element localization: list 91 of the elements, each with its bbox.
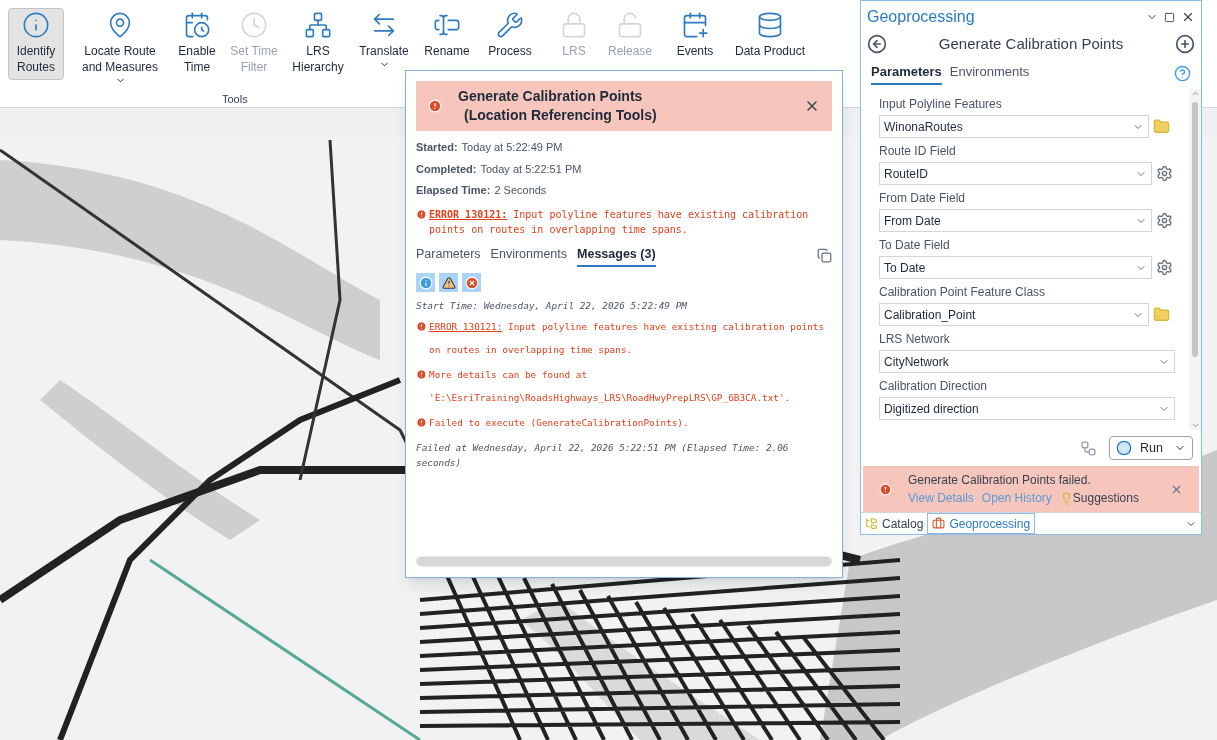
error-code-link[interactable]: ERROR 130121:: [429, 321, 503, 333]
error-icon: [879, 482, 892, 496]
ribbon-button[interactable]: Translate: [356, 8, 412, 75]
parameter-dropdown[interactable]: To Date: [879, 256, 1152, 279]
hierarchy-icon: [304, 11, 332, 39]
database-icon: [756, 11, 784, 39]
error-message: Failed to execute (GenerateCalibrationPoints).: [429, 416, 689, 431]
error-message: ERROR 130121: Input polyline features have existing calibration points on routes in overlapping time spans.: [429, 320, 826, 358]
batch-icon[interactable]: [1080, 439, 1097, 457]
dialog-title: (Location Referencing Tools): [464, 106, 657, 125]
settings-icon[interactable]: [1156, 165, 1173, 182]
ribbon-button[interactable]: Enable Time: [176, 8, 218, 80]
ribbon-button[interactable]: Rename: [422, 8, 472, 64]
info-label: Started:: [416, 140, 458, 155]
settings-icon[interactable]: [1156, 259, 1173, 276]
back-icon[interactable]: [867, 34, 887, 55]
pane-tab[interactable]: Environments: [949, 61, 1030, 85]
run-button[interactable]: Run: [1109, 436, 1193, 460]
help-icon[interactable]: [1174, 64, 1191, 82]
dialog-tab[interactable]: Messages (3): [577, 244, 656, 268]
catalog-icon: [865, 517, 878, 530]
info-label: Completed:: [416, 161, 477, 177]
vertical-scrollbar[interactable]: [1189, 89, 1201, 430]
info-label: Elapsed Time:: [416, 183, 491, 198]
parameter-label: To Date Field: [879, 238, 950, 253]
parameter-dropdown[interactable]: Digitized direction: [879, 397, 1175, 420]
add-icon[interactable]: [1175, 34, 1195, 55]
parameter-dropdown[interactable]: From Date: [879, 209, 1152, 232]
message-text: Start Time: Wednesday, April 22, 2026 5:22:49 PM: [416, 299, 688, 314]
info-value: Today at 5:22:51 PM: [480, 161, 582, 177]
warning-filter-button[interactable]: [439, 273, 458, 293]
info-icon: [418, 275, 433, 290]
group-label: Tools: [222, 92, 248, 107]
message-text: Failed at Wednesday, April 22, 2026 5:22:51 PM (Elapsed Time: 2.06 seconds): [416, 441, 790, 471]
error-message: ERROR 130121: Input polyline features have existing calibration points on routes in overlapping time spans.: [429, 207, 810, 237]
parameter-dropdown[interactable]: WinonaRoutes: [879, 115, 1149, 138]
copy-icon[interactable]: [817, 248, 832, 264]
scroll-down-icon[interactable]: [1190, 421, 1200, 430]
parameter-label: Calibration Direction: [879, 379, 988, 394]
routes-info-icon: [22, 11, 50, 39]
pane-tab[interactable]: Parameters: [871, 61, 942, 85]
ribbon-button[interactable]: Process: [482, 8, 538, 64]
ribbon-button[interactable]: Data Product: [728, 8, 812, 64]
parameter-dropdown[interactable]: Calibration_Point: [879, 303, 1149, 326]
parameter-label: Input Polyline Features: [879, 97, 1002, 112]
parameter-dropdown[interactable]: RouteID: [879, 162, 1152, 185]
warning-icon: [441, 275, 456, 290]
error-icon: [416, 417, 427, 429]
wrench-icon: [496, 11, 524, 39]
suggestions-link[interactable]: Suggestions: [1072, 489, 1139, 507]
maximize-icon[interactable]: [1164, 11, 1175, 23]
tool-title: Generate Calibration Points: [937, 34, 1125, 54]
unlock-icon: [616, 11, 644, 39]
play-icon: [1116, 440, 1132, 456]
dialog-title: Generate Calibration Points: [458, 87, 643, 106]
pane-bottom-tab[interactable]: Geoprocessing: [927, 513, 1036, 534]
calendar-plus-icon: [681, 11, 709, 39]
pane-bottom-tab[interactable]: Catalog: [861, 513, 928, 534]
error-icon: [416, 321, 427, 333]
calendar-clock-icon: [183, 11, 211, 39]
info-value: Today at 5:22:49 PM: [461, 140, 563, 155]
ribbon-button[interactable]: LRS Hierarchy: [290, 8, 346, 80]
dialog-tab[interactable]: Parameters: [416, 244, 481, 268]
lock-icon: [560, 11, 588, 39]
banner-message: Generate Calibration Points failed.: [908, 472, 1091, 489]
scroll-up-icon[interactable]: [1190, 89, 1200, 98]
error-message: More details can be found at 'E:\EsriTraining\RoadsHighways_LRS\RoadHwyPrepLRS\GP_6B3CA.txt'.: [429, 368, 792, 406]
folder-icon[interactable]: [1153, 118, 1170, 135]
pane-title: Geoprocessing: [867, 7, 975, 27]
info-value: 2 Seconds: [494, 183, 547, 198]
error-filter-button[interactable]: [462, 273, 481, 293]
parameter-label: LRS Network: [879, 332, 950, 347]
toolbox-icon: [932, 517, 946, 530]
horizontal-scrollbar[interactable]: [416, 556, 832, 567]
parameter-dropdown[interactable]: CityNetwork: [879, 350, 1175, 373]
parameter-label: From Date Field: [879, 191, 966, 206]
ribbon-button[interactable]: Events: [672, 8, 718, 64]
close-icon[interactable]: [1181, 10, 1195, 24]
error-code-link[interactable]: ERROR 130121:: [429, 208, 508, 220]
parameter-label: Route ID Field: [879, 144, 956, 159]
dialog-tab[interactable]: Environments: [490, 244, 568, 268]
error-icon: [464, 275, 479, 290]
error-icon: [428, 99, 442, 113]
ribbon-button[interactable]: Locate Route and Measures: [74, 8, 166, 91]
error-icon: [416, 208, 427, 220]
ribbon-button[interactable]: Identify Routes: [8, 8, 64, 80]
settings-icon[interactable]: [1156, 212, 1173, 229]
parameter-label: Calibration Point Feature Class: [879, 285, 1046, 300]
folder-icon[interactable]: [1153, 306, 1170, 323]
clock-icon: [240, 11, 268, 39]
error-icon: [416, 369, 427, 381]
